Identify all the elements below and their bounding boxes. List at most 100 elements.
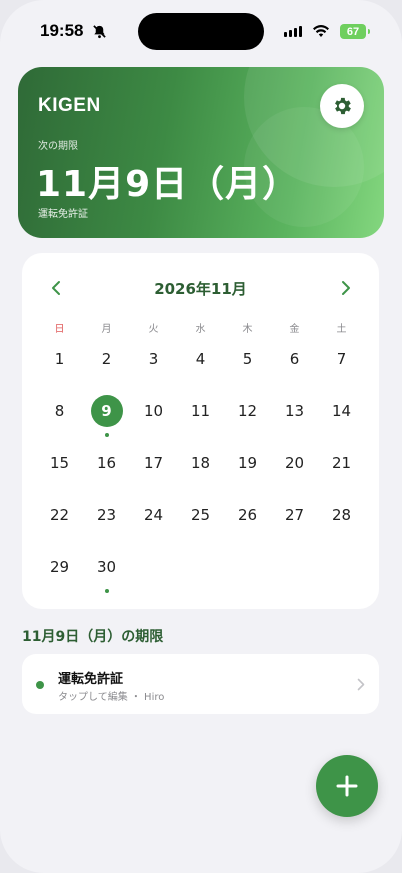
day-number: 13 bbox=[284, 402, 305, 420]
signal-icon bbox=[284, 26, 302, 37]
calendar-day[interactable]: 26 bbox=[224, 497, 271, 549]
day-number: 19 bbox=[237, 454, 258, 472]
day-number: 6 bbox=[289, 350, 300, 368]
battery-indicator: 67 bbox=[340, 24, 366, 39]
battery-tip bbox=[368, 29, 370, 34]
day-number: 16 bbox=[96, 454, 117, 472]
deadline-list-item[interactable]: 運転免許証 タップして編集 ・ Hiro bbox=[22, 654, 379, 714]
settings-button[interactable] bbox=[320, 84, 364, 128]
calendar-day[interactable]: 24 bbox=[130, 497, 177, 549]
day-number: 24 bbox=[143, 506, 164, 524]
weekday-label: 火 bbox=[148, 324, 159, 335]
calendar-day[interactable]: 3 bbox=[130, 341, 177, 393]
calendar-day[interactable]: 12 bbox=[224, 393, 271, 445]
weekday-label: 水 bbox=[195, 324, 206, 335]
calendar-day[interactable]: 25 bbox=[177, 497, 224, 549]
plus-icon bbox=[336, 775, 358, 797]
day-number: 29 bbox=[49, 558, 70, 576]
dynamic-island bbox=[138, 13, 264, 50]
wifi-icon bbox=[313, 25, 329, 37]
day-number: 14 bbox=[331, 402, 352, 420]
day-number: 5 bbox=[242, 350, 253, 368]
day-number: 4 bbox=[195, 350, 206, 368]
day-number: 26 bbox=[237, 506, 258, 524]
calendar-month-title: 2026年11月 bbox=[154, 280, 247, 298]
selected-day-section-title: 11月9日（月）の期限 bbox=[22, 629, 164, 645]
day-number: 1 bbox=[54, 350, 65, 368]
day-number: 22 bbox=[49, 506, 70, 524]
battery-level: 67 bbox=[346, 25, 360, 38]
next-deadline-label: 次の期限 bbox=[38, 141, 78, 152]
calendar-day[interactable]: 23 bbox=[83, 497, 130, 549]
calendar-day[interactable]: 30 bbox=[83, 549, 130, 601]
next-deadline-date: 11月9日（月） bbox=[36, 164, 300, 205]
day-number: 23 bbox=[96, 506, 117, 524]
calendar-day[interactable]: 14 bbox=[318, 393, 365, 445]
weekday-label: 日 bbox=[54, 324, 65, 335]
calendar-day[interactable]: 20 bbox=[271, 445, 318, 497]
calendar-day[interactable]: 19 bbox=[224, 445, 271, 497]
calendar-day[interactable]: 29 bbox=[36, 549, 83, 601]
calendar-day[interactable]: 16 bbox=[83, 445, 130, 497]
weekday-header: 日月火水木金土 bbox=[36, 320, 365, 335]
day-number: 2 bbox=[101, 350, 112, 368]
weekday-label: 金 bbox=[289, 324, 300, 335]
day-number: 12 bbox=[237, 402, 258, 420]
calendar-day[interactable]: 28 bbox=[318, 497, 365, 549]
day-number: 21 bbox=[331, 454, 352, 472]
deadline-dot bbox=[104, 433, 109, 437]
chevron-right-icon bbox=[357, 678, 365, 691]
day-number: 27 bbox=[284, 506, 305, 524]
calendar-day[interactable]: 2 bbox=[83, 341, 130, 393]
calendar-day[interactable]: 8 bbox=[36, 393, 83, 445]
deadline-dot bbox=[104, 589, 109, 593]
day-number: 3 bbox=[148, 350, 159, 368]
status-bar: 19:58 67 bbox=[0, 0, 402, 60]
deadline-item-subtitle: タップして編集 ・ Hiro bbox=[58, 692, 165, 703]
day-number: 17 bbox=[143, 454, 164, 472]
calendar-day[interactable]: 18 bbox=[177, 445, 224, 497]
day-number: 9 bbox=[90, 395, 123, 427]
day-number: 18 bbox=[190, 454, 211, 472]
calendar-day[interactable]: 6 bbox=[271, 341, 318, 393]
calendar-day[interactable]: 11 bbox=[177, 393, 224, 445]
day-number: 7 bbox=[336, 350, 347, 368]
calendar-day[interactable]: 4 bbox=[177, 341, 224, 393]
calendar-day[interactable]: 1 bbox=[36, 341, 83, 393]
status-time: 19:58 bbox=[40, 21, 84, 40]
month-calendar: 2026年11月 日月火水木金土 1 2 3 4 5 6 7 8 9 10 11 12 13 14 15 16… bbox=[22, 253, 379, 609]
day-number: 30 bbox=[96, 558, 117, 576]
calendar-day[interactable]: 15 bbox=[36, 445, 83, 497]
silent-bell-icon bbox=[93, 25, 106, 39]
calendar-day[interactable]: 5 bbox=[224, 341, 271, 393]
day-number: 8 bbox=[54, 402, 65, 420]
app-screen: 19:58 67 KIGEN 次の期限 11月9日（月） 運転免許証 2026年… bbox=[0, 0, 402, 873]
calendar-day[interactable]: 10 bbox=[130, 393, 177, 445]
next-deadline-card[interactable]: KIGEN 次の期限 11月9日（月） 運転免許証 bbox=[18, 67, 384, 238]
deadline-item-title: 運転免許証 bbox=[58, 672, 124, 687]
status-dot bbox=[36, 681, 44, 689]
weekday-label: 土 bbox=[336, 324, 347, 335]
weekday-label: 木 bbox=[242, 324, 253, 335]
day-number: 11 bbox=[190, 402, 211, 420]
gear-icon bbox=[335, 97, 351, 115]
calendar-day[interactable]: 13 bbox=[271, 393, 318, 445]
calendar-day[interactable]: 7 bbox=[318, 341, 365, 393]
calendar-day[interactable]: 17 bbox=[130, 445, 177, 497]
next-deadline-item: 運転免許証 bbox=[38, 209, 88, 220]
weekday-label: 月 bbox=[101, 324, 112, 335]
day-number: 28 bbox=[331, 506, 352, 524]
day-number: 25 bbox=[190, 506, 211, 524]
calendar-day[interactable]: 9 bbox=[83, 393, 130, 445]
day-number: 20 bbox=[284, 454, 305, 472]
calendar-day[interactable]: 27 bbox=[271, 497, 318, 549]
next-month-button[interactable] bbox=[336, 278, 356, 298]
chevron-right-icon bbox=[342, 281, 350, 295]
calendar-day[interactable]: 22 bbox=[36, 497, 83, 549]
day-grid: 1 2 3 4 5 6 7 8 9 10 11 12 13 14 15 16 17 18 19 20 21 22 23 24 2… bbox=[36, 341, 365, 601]
add-deadline-button[interactable] bbox=[316, 755, 378, 817]
app-title: KIGEN bbox=[38, 95, 101, 116]
day-number: 10 bbox=[143, 402, 164, 420]
day-number: 15 bbox=[49, 454, 70, 472]
calendar-day[interactable]: 21 bbox=[318, 445, 365, 497]
